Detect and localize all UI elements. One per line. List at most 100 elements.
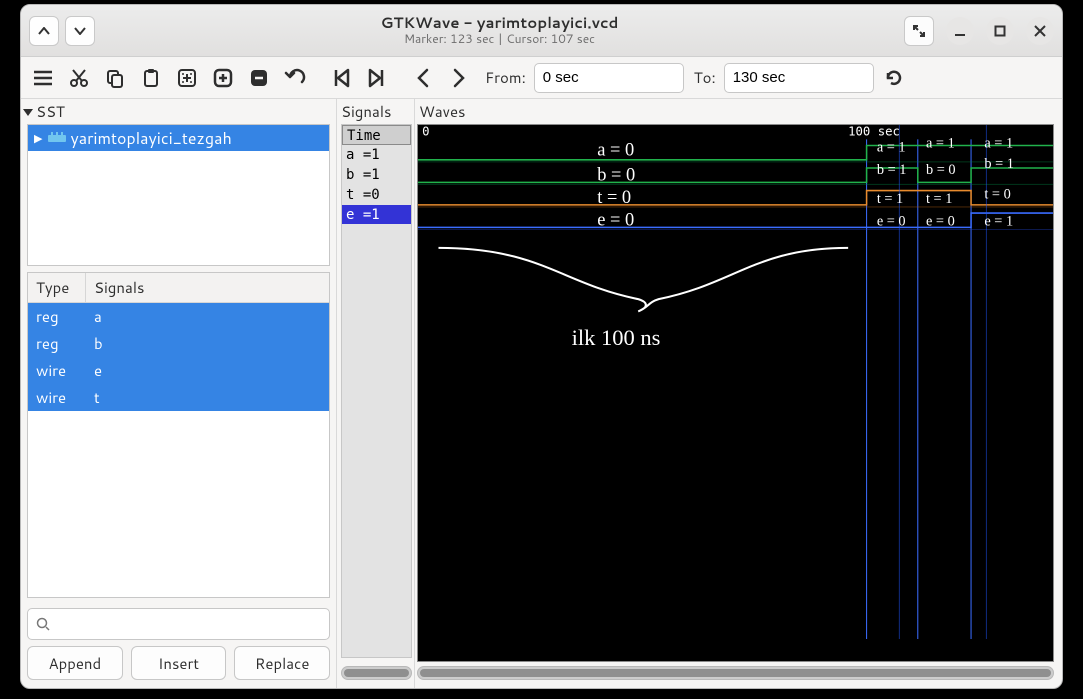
append-button[interactable]: Append xyxy=(27,646,123,680)
cut-button[interactable] xyxy=(63,62,95,94)
paste-button[interactable] xyxy=(135,62,167,94)
signal-item[interactable]: b =1 xyxy=(342,165,411,185)
svg-text:b = 1: b = 1 xyxy=(877,162,907,178)
wave-viewport[interactable]: 0 100 sec xyxy=(417,124,1054,662)
maximize-button[interactable] xyxy=(986,17,1014,45)
svg-text:a = 1: a = 1 xyxy=(926,136,955,152)
zoom-out-button[interactable] xyxy=(243,62,275,94)
sst-tree-root[interactable]: ▶ yarimtoplayici_tezgah xyxy=(28,125,329,151)
table-row[interactable]: wiree xyxy=(28,357,329,384)
copy-button[interactable] xyxy=(99,62,131,94)
signal-table-body[interactable]: rega regb wiree wiret xyxy=(28,303,329,597)
window-subtitle: Marker: 123 sec | Cursor: 107 sec xyxy=(95,32,904,46)
col-type[interactable]: Type xyxy=(28,273,86,302)
from-input[interactable] xyxy=(534,63,684,93)
signal-item[interactable]: a =1 xyxy=(342,145,411,165)
signal-item-selected[interactable]: e =1 xyxy=(342,205,411,225)
sst-label[interactable]: SST xyxy=(21,99,336,124)
svg-text:a = 0: a = 0 xyxy=(597,140,634,160)
chevron-left-icon xyxy=(416,68,430,88)
replace-button[interactable]: Replace xyxy=(234,646,330,680)
app-window: GTKWave - yarimtoplayici.vcd Marker: 123… xyxy=(20,4,1063,689)
svg-text:e = 0: e = 0 xyxy=(597,209,634,229)
maximize-icon xyxy=(994,25,1006,37)
minimize-icon xyxy=(954,25,966,37)
signal-table: Type Signals rega regb wiree wiret xyxy=(27,272,330,598)
to-input[interactable] xyxy=(724,63,874,93)
filter-search[interactable] xyxy=(27,608,330,640)
hamburger-menu-button[interactable] xyxy=(27,62,59,94)
signals-label: Signals xyxy=(337,99,414,124)
svg-text:t = 1: t = 1 xyxy=(926,191,952,207)
titlebar: GTKWave - yarimtoplayici.vcd Marker: 123… xyxy=(21,5,1062,57)
copy-icon xyxy=(105,68,125,88)
sst-root-name: yarimtoplayici_tezgah xyxy=(70,127,231,150)
history-down-button[interactable] xyxy=(65,16,95,46)
signals-h-scrollbar[interactable] xyxy=(341,666,412,680)
close-button[interactable] xyxy=(1026,17,1054,45)
table-row[interactable]: wiret xyxy=(28,384,329,411)
hamburger-icon xyxy=(33,70,53,86)
minimize-button[interactable] xyxy=(946,17,974,45)
zoom-fit-button[interactable] xyxy=(171,62,203,94)
zoom-fit-icon xyxy=(177,68,197,88)
reload-button[interactable] xyxy=(878,62,910,94)
go-end-button[interactable] xyxy=(361,62,393,94)
table-row[interactable]: rega xyxy=(28,303,329,330)
signal-table-header: Type Signals xyxy=(28,273,329,303)
wave-b xyxy=(418,168,1053,184)
svg-text:e = 1: e = 1 xyxy=(984,213,1013,229)
wave-canvas: 0 100 sec xyxy=(418,125,1053,639)
svg-text:b = 0: b = 0 xyxy=(926,162,956,178)
sst-tree[interactable]: ▶ yarimtoplayici_tezgah xyxy=(27,124,330,266)
col-signals[interactable]: Signals xyxy=(86,273,152,302)
skip-end-icon xyxy=(368,68,386,88)
filter-input[interactable] xyxy=(56,615,321,634)
svg-text:t = 0: t = 0 xyxy=(984,187,1010,203)
svg-text:a = 1: a = 1 xyxy=(877,140,906,156)
go-start-button[interactable] xyxy=(325,62,357,94)
svg-text:t = 1: t = 1 xyxy=(877,191,903,207)
scissors-icon xyxy=(69,68,89,88)
signal-item-time[interactable]: Time xyxy=(342,125,411,145)
wave-t xyxy=(418,191,1053,207)
plus-box-icon xyxy=(213,68,233,88)
waves-label: Waves xyxy=(415,99,1062,124)
wave-a xyxy=(418,145,1053,161)
svg-text:b = 0: b = 0 xyxy=(597,164,635,184)
zoom-in-button[interactable] xyxy=(207,62,239,94)
from-label: From: xyxy=(485,67,526,88)
signals-panel: Signals Time a =1 b =1 t =0 e =1 xyxy=(337,99,415,688)
svg-text:t = 0: t = 0 xyxy=(597,187,631,207)
undo-button[interactable] xyxy=(279,62,311,94)
table-row[interactable]: regb xyxy=(28,330,329,357)
waves-h-scrollbar[interactable] xyxy=(417,666,1054,680)
next-edge-button[interactable] xyxy=(443,62,475,94)
waves-panel: Waves 0 100 sec xyxy=(415,99,1062,688)
wave-note: ilk 100 ns xyxy=(572,325,661,350)
signal-item[interactable]: t =0 xyxy=(342,185,411,205)
fullscreen-button[interactable] xyxy=(904,16,934,46)
undo-icon xyxy=(284,68,306,88)
left-panel: SST ▶ yarimtoplayici_tezgah Type Signals… xyxy=(21,99,337,688)
axis-tick-100: 100 sec xyxy=(848,125,900,138)
caret-down-icon xyxy=(74,27,86,35)
skip-start-icon xyxy=(332,68,350,88)
toolbar: From: To: xyxy=(21,57,1062,99)
svg-text:e = 0: e = 0 xyxy=(926,213,955,229)
clipboard-icon xyxy=(141,68,161,88)
search-icon xyxy=(36,617,50,631)
history-up-button[interactable] xyxy=(29,16,59,46)
fullscreen-icon xyxy=(912,24,926,38)
insert-button[interactable]: Insert xyxy=(131,646,227,680)
minus-box-icon xyxy=(249,68,269,88)
reload-icon xyxy=(884,68,904,88)
prev-edge-button[interactable] xyxy=(407,62,439,94)
svg-text:e = 0: e = 0 xyxy=(877,213,906,229)
wave-e xyxy=(418,213,1053,229)
tree-expand-icon[interactable]: ▶ xyxy=(34,130,42,146)
axis-tick-0: 0 xyxy=(422,125,429,138)
close-icon xyxy=(1034,25,1046,37)
signals-list[interactable]: Time a =1 b =1 t =0 e =1 xyxy=(341,124,412,658)
svg-text:a = 1: a = 1 xyxy=(984,136,1013,152)
